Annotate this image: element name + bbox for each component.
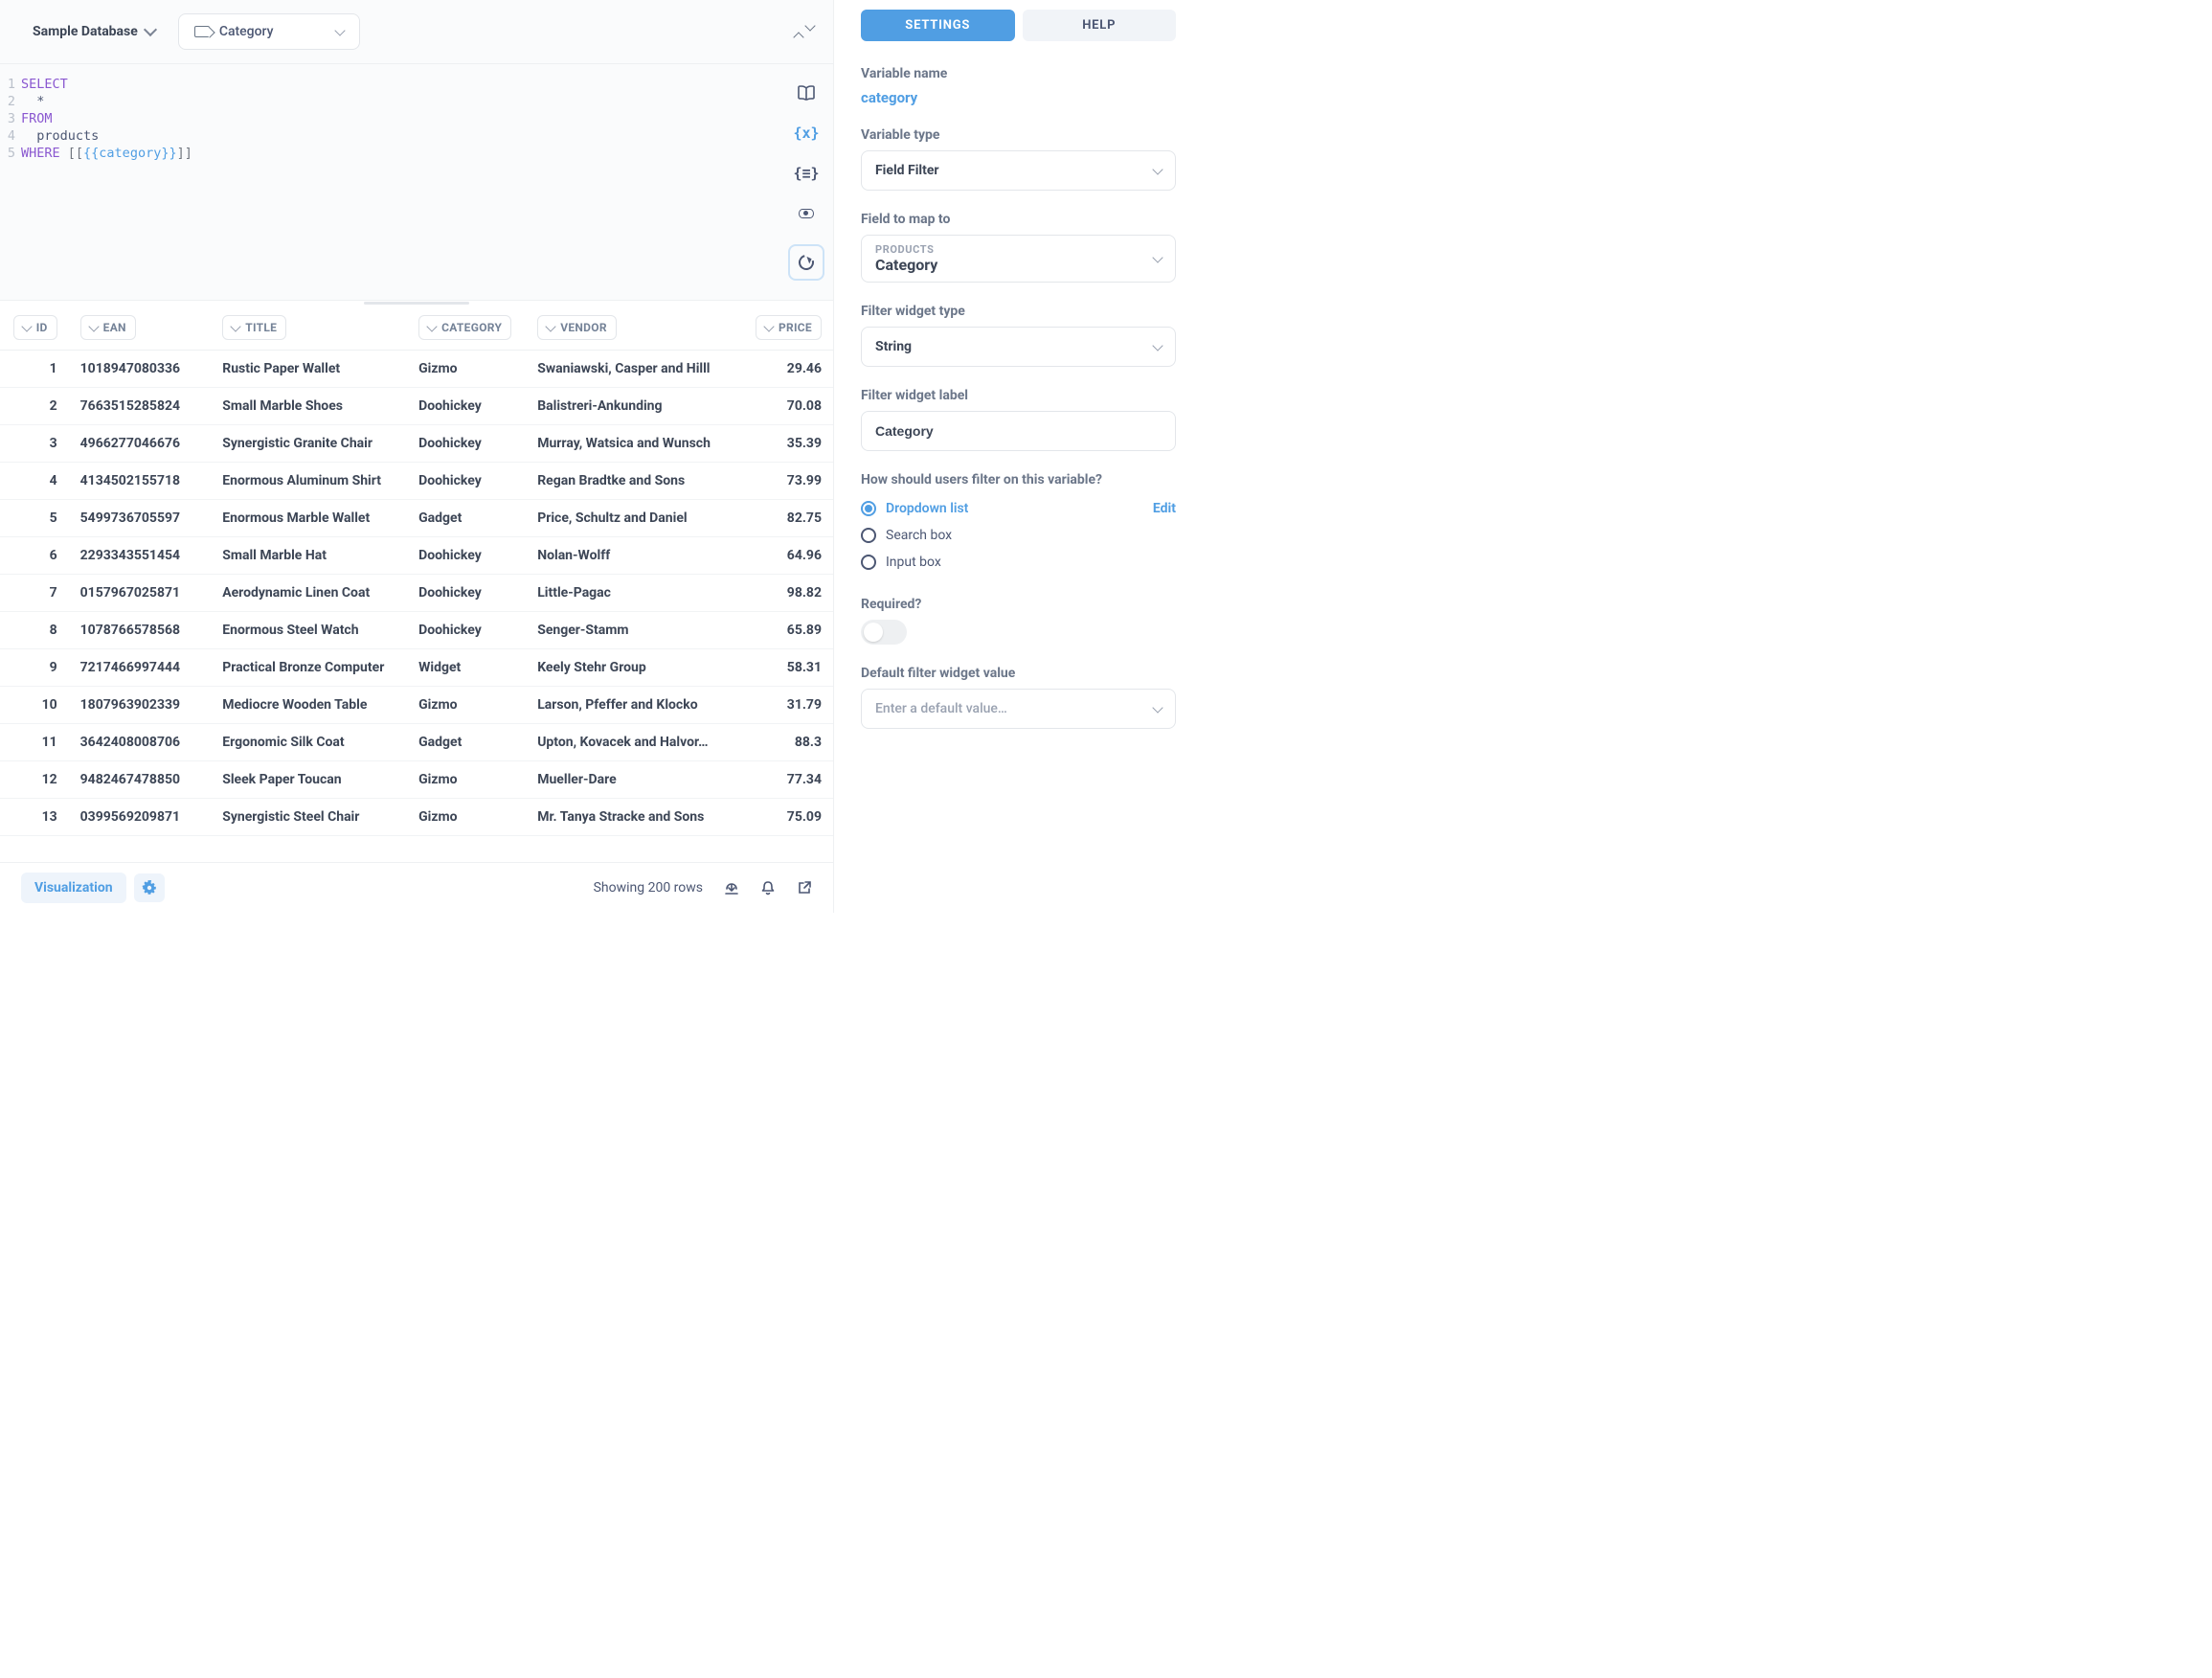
column-header-id[interactable]: ID [0, 306, 69, 351]
chevron-down-icon [21, 321, 32, 331]
gear-icon [142, 880, 157, 896]
table-row[interactable]: 44134502155718Enormous Aluminum ShirtDoo… [0, 463, 833, 500]
database-picker[interactable]: Sample Database [33, 24, 155, 39]
sql-editor: 12345 SELECT * FROM products WHERE [[{{c… [0, 64, 833, 301]
column-header-price[interactable]: PRICE [742, 306, 833, 351]
viz-settings-button[interactable] [134, 873, 165, 902]
table-row[interactable]: 130399569209871Synergistic Steel ChairGi… [0, 799, 833, 836]
tab-settings[interactable]: SETTINGS [861, 10, 1015, 41]
radio-icon [861, 501, 876, 516]
variable-type-dropdown[interactable]: Field Filter [861, 150, 1176, 191]
database-name: Sample Database [33, 24, 138, 39]
variable-sidebar: SETTINGS HELP Variable name category Var… [834, 0, 1203, 913]
label-widget-label: Filter widget label [861, 388, 1176, 403]
required-toggle[interactable] [861, 620, 907, 645]
table-row[interactable]: 62293343551454Small Marble HatDoohickeyN… [0, 537, 833, 575]
table-row[interactable]: 129482467478850Sleek Paper ToucanGizmoMu… [0, 761, 833, 799]
column-header-category[interactable]: CATEGORY [407, 306, 526, 351]
column-header-vendor[interactable]: VENDOR [526, 306, 741, 351]
filter-pill-label: Category [219, 24, 274, 39]
label-widget-type: Filter widget type [861, 304, 1176, 319]
query-topbar: Sample Database Category [0, 0, 833, 64]
chevron-down-icon [231, 321, 241, 331]
reference-icon[interactable] [797, 83, 816, 102]
table-row[interactable]: 27663515285824Small Marble ShoesDoohicke… [0, 388, 833, 425]
widget-type-dropdown[interactable]: String [861, 327, 1176, 367]
label-variable-type: Variable type [861, 127, 1176, 143]
chevron-down-icon [144, 23, 157, 36]
chevron-down-icon [1152, 252, 1162, 262]
field-map-dropdown[interactable]: PRODUCTS Category [861, 235, 1176, 283]
preview-icon[interactable] [797, 204, 816, 223]
run-query-button[interactable] [788, 244, 824, 281]
results-table: IDEANTITLECATEGORYVENDORPRICE 1101894708… [0, 306, 833, 862]
table-row[interactable]: 113642408008706Ergonomic Silk CoatGadget… [0, 724, 833, 761]
table-row[interactable]: 34966277046676Synergistic Granite ChairD… [0, 425, 833, 463]
tab-help[interactable]: HELP [1023, 10, 1177, 41]
chevron-down-icon [88, 321, 99, 331]
table-row[interactable]: 55499736705597Enormous Marble WalletGadg… [0, 500, 833, 537]
snippets-icon[interactable]: {≡} [797, 164, 816, 183]
widget-label-input[interactable] [861, 411, 1176, 451]
table-row[interactable]: 81078766578568Enormous Steel WatchDoohic… [0, 612, 833, 649]
chevron-down-icon [426, 321, 437, 331]
line-gutter: 12345 [0, 76, 21, 204]
tag-icon [194, 26, 210, 37]
default-value-dropdown[interactable]: Enter a default value… [861, 689, 1176, 729]
table-row[interactable]: 70157967025871Aerodynamic Linen CoatDooh… [0, 575, 833, 612]
radio-input-box[interactable]: Input box [861, 549, 1176, 576]
row-count: Showing 200 rows [594, 880, 703, 896]
edit-dropdown-link[interactable]: Edit [1153, 501, 1176, 516]
chevron-down-icon [763, 321, 774, 331]
column-header-ean[interactable]: EAN [69, 306, 212, 351]
sql-code: SELECT * FROM products WHERE [[{{categor… [21, 76, 192, 204]
results-footer: Visualization Showing 200 rows [0, 862, 833, 913]
label-required: Required? [861, 597, 1176, 612]
column-header-title[interactable]: TITLE [211, 306, 407, 351]
label-field-map: Field to map to [861, 212, 1176, 227]
label-variable-name: Variable name [861, 66, 1176, 81]
share-icon[interactable] [797, 880, 812, 896]
label-filter-how: How should users filter on this variable… [861, 472, 1176, 488]
chevron-down-icon [334, 25, 345, 35]
variables-icon[interactable]: {x} [797, 124, 816, 143]
table-row[interactable]: 101807963902339Mediocre Wooden TableGizm… [0, 687, 833, 724]
radio-icon [861, 528, 876, 543]
radio-search-box[interactable]: Search box [861, 522, 1176, 549]
table-row[interactable]: 97217466997444Practical Bronze ComputerW… [0, 649, 833, 687]
radio-icon [861, 555, 876, 570]
sql-editor-textarea[interactable]: 12345 SELECT * FROM products WHERE [[{{c… [0, 64, 779, 300]
chevron-down-icon [1152, 164, 1162, 174]
download-icon[interactable] [724, 880, 739, 896]
variable-name-value: category [861, 89, 1176, 106]
chevron-down-icon [1152, 702, 1162, 713]
chevron-down-icon [546, 321, 556, 331]
visualization-button[interactable]: Visualization [21, 873, 126, 903]
radio-dropdown-list[interactable]: Dropdown list Edit [861, 495, 1176, 522]
filter-pill-category[interactable]: Category [178, 13, 360, 50]
contract-icon[interactable] [797, 24, 812, 39]
table-row[interactable]: 11018947080336Rustic Paper WalletGizmoSw… [0, 351, 833, 388]
chevron-down-icon [1152, 340, 1162, 351]
label-default-value: Default filter widget value [861, 666, 1176, 681]
bell-icon[interactable] [760, 880, 776, 896]
